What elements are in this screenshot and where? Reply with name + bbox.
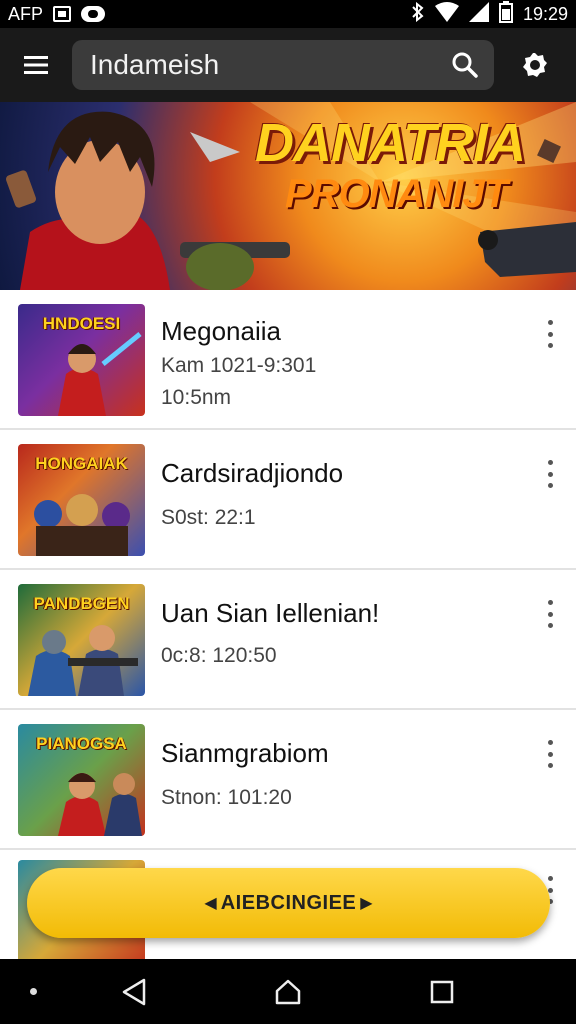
back-button[interactable] (119, 977, 149, 1007)
menu-icon (24, 56, 48, 74)
list-item[interactable]: HNDOESI Megonaiia Kam 1021-9:301 10:5nm (0, 290, 576, 430)
game-thumbnail: PANDBGEN (18, 584, 145, 696)
carrier-label: AFP (8, 3, 44, 24)
thumbnail-title: PANDBGEN (33, 594, 130, 613)
banner-subtitle: PRONANIJT (285, 172, 508, 216)
system-nav-bar (0, 959, 576, 1024)
thumbnail-title: PIANOGSA (36, 734, 127, 753)
signal-icon (468, 1, 489, 27)
arrow-right-icon: ▶ (360, 895, 373, 912)
item-meta: Kam 1021-9:301 (161, 354, 317, 377)
game-thumbnail: PIANOGSA (18, 724, 145, 836)
status-right: 19:29 (411, 0, 568, 28)
more-options-icon[interactable] (542, 460, 558, 488)
game-thumbnail: HONGAIAK (18, 444, 145, 556)
app-bar: Indameish (0, 28, 576, 102)
nav-indicator-dot (30, 988, 37, 995)
game-thumbnail: HNDOESI (18, 304, 145, 416)
battery-icon (498, 0, 513, 28)
bluetooth-icon (411, 1, 425, 27)
primary-action-label: AIEBCINGIEE (220, 891, 357, 914)
list-item[interactable]: PIANOGSA Sianmgrabiom Stnon: 101:20 (0, 710, 576, 850)
menu-button[interactable] (0, 28, 72, 102)
status-left: AFP (8, 3, 106, 25)
home-button[interactable] (273, 977, 303, 1007)
status-bar: AFP 19:29 (0, 0, 576, 28)
settings-icon (523, 53, 547, 77)
wifi-icon (434, 1, 459, 27)
search-icon[interactable] (450, 50, 480, 80)
item-title: Cardsiradjiondo (161, 458, 344, 488)
more-options-icon[interactable] (542, 600, 558, 628)
more-options-icon[interactable] (542, 740, 558, 768)
settings-button[interactable] (494, 28, 576, 102)
arrow-left-icon: ◀ (204, 895, 217, 912)
back-icon (122, 978, 146, 1006)
search-field[interactable]: Indameish (72, 40, 494, 90)
more-options-icon[interactable] (542, 320, 558, 348)
thumbnail-title: HONGAIAK (35, 454, 128, 473)
item-meta: 10:5nm (161, 386, 232, 409)
search-input[interactable]: Indameish (90, 49, 450, 81)
item-title: Sianmgrabiom (161, 738, 329, 768)
image-icon (53, 6, 72, 22)
item-title: Uan Sian Iellenian! (161, 598, 380, 628)
home-icon (275, 979, 301, 1005)
clock: 19:29 (522, 3, 568, 24)
list-item[interactable]: PANDBGEN Uan Sian Iellenian! 0c:8: 120:5… (0, 570, 576, 710)
promo-banner[interactable]: DANATRIA PRONANIJT (0, 102, 576, 290)
item-meta: S0st: 22:1 (161, 506, 256, 529)
recents-button[interactable] (427, 977, 457, 1007)
item-title: Megonaiia (161, 316, 281, 346)
banner-title: DANATRIA (255, 113, 526, 173)
primary-action-button[interactable]: ◀ AIEBCINGIEE ▶ (27, 868, 550, 938)
list-item[interactable]: HONGAIAK Cardsiradjiondo S0st: 22:1 (0, 430, 576, 570)
item-meta: 0c:8: 120:50 (161, 644, 277, 667)
recents-icon (430, 980, 454, 1004)
thumbnail-title: HNDOESI (42, 314, 121, 333)
item-meta: Stnon: 101:20 (161, 786, 292, 809)
cloud-icon (81, 6, 106, 22)
